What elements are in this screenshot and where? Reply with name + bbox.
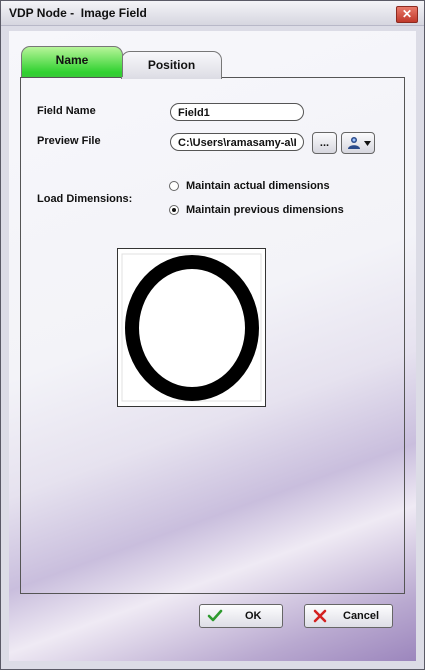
- window-title: VDP Node - Image Field: [9, 6, 147, 20]
- checkmark-icon: [207, 609, 223, 622]
- cancel-button-label: Cancel: [343, 610, 380, 622]
- x-icon: [313, 609, 327, 623]
- tab-position[interactable]: Position: [121, 51, 222, 79]
- ok-button-label: OK: [245, 610, 262, 622]
- tab-name-label: Name: [55, 53, 89, 67]
- tab-panel: [20, 77, 405, 594]
- tab-position-label: Position: [147, 58, 196, 72]
- ok-button[interactable]: OK: [199, 604, 283, 628]
- close-icon: ✕: [401, 7, 413, 21]
- cancel-button[interactable]: Cancel: [304, 604, 393, 628]
- title-bar[interactable]: VDP Node - Image Field ✕: [1, 1, 424, 26]
- close-button[interactable]: ✕: [396, 6, 418, 23]
- tab-name[interactable]: Name: [21, 46, 123, 77]
